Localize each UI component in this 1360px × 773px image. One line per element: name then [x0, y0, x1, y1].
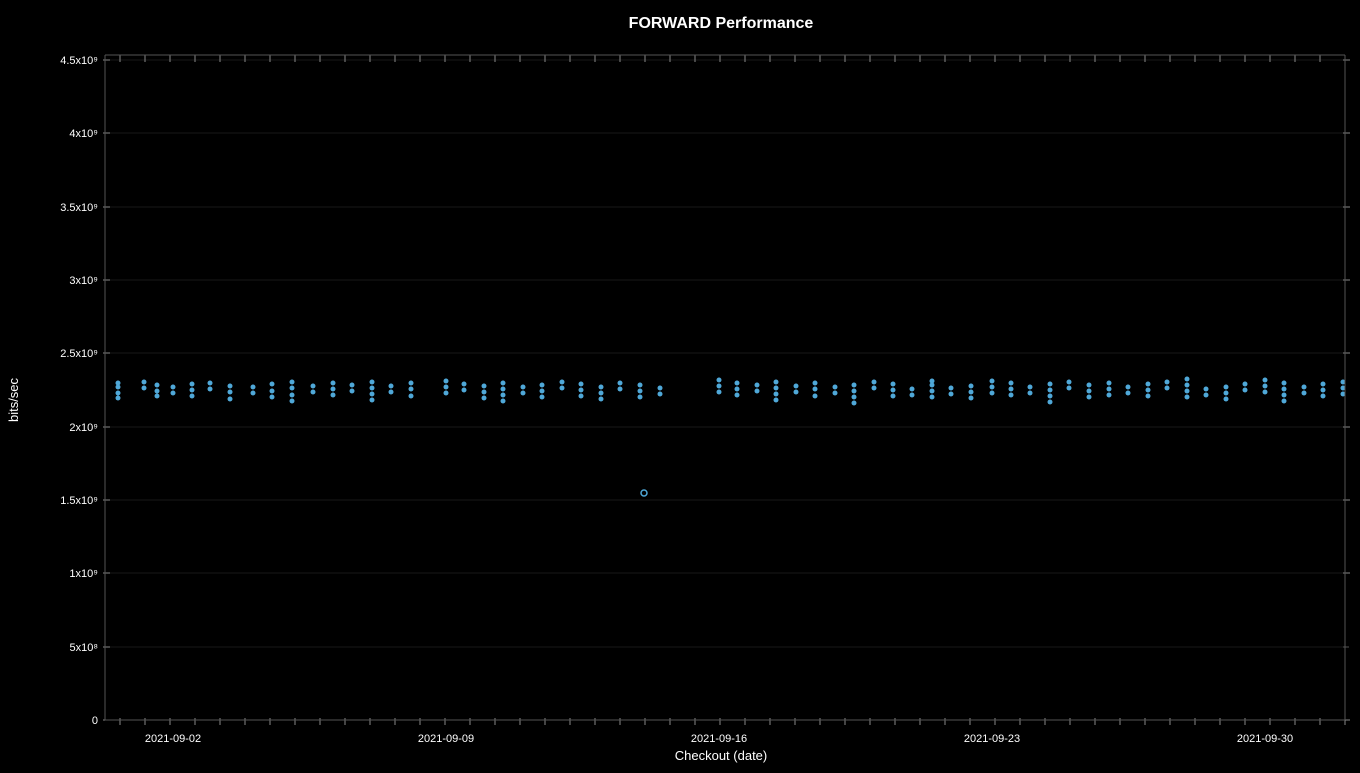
performance-chart: FORWARD Performance bits/sec Checkout (d… — [0, 0, 1360, 768]
y-tick-4e9: 4x10⁹ — [69, 128, 98, 140]
x-tick-sep09: 2021-09-09 — [418, 733, 474, 745]
y-tick-3e9: 3x10⁹ — [69, 275, 98, 287]
x-tick-sep02: 2021-09-02 — [145, 733, 201, 745]
bottom-tick-marks — [120, 718, 1345, 725]
y-tick-1e9: 1x10⁹ — [69, 568, 98, 580]
y-tick-25e8: 2.5x10⁹ — [60, 348, 98, 360]
y-axis-label: bits/sec — [6, 377, 21, 422]
y-tick-35e8: 3.5x10⁹ — [60, 202, 98, 214]
x-tick-sep16: 2021-09-16 — [691, 733, 747, 745]
data-points — [116, 377, 1346, 497]
y-tick-5e8: 5x10⁸ — [70, 642, 99, 654]
chart-title: FORWARD Performance — [629, 15, 814, 32]
x-tick-sep23: 2021-09-23 — [964, 733, 1020, 745]
top-tick-marks — [120, 55, 1345, 62]
y-tick-45e8: 4.5x10⁹ — [60, 55, 98, 67]
left-tick-marks — [103, 60, 110, 720]
y-tick-0: 0 — [92, 715, 98, 727]
chart-container: FORWARD Performance bits/sec Checkout (d… — [0, 0, 1360, 768]
y-tick-2e9: 2x10⁹ — [69, 422, 98, 434]
x-tick-sep30: 2021-09-30 — [1237, 733, 1293, 745]
x-axis-label: Checkout (date) — [675, 748, 768, 763]
y-tick-15e8: 1.5x10⁹ — [60, 495, 98, 507]
